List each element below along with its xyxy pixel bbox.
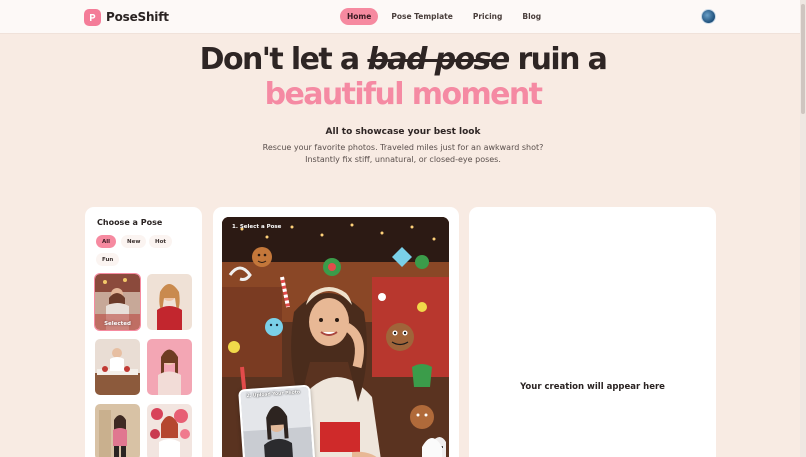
pose-image-3	[95, 339, 140, 395]
hero-description-1: Rescue your favorite photos. Traveled mi…	[262, 143, 544, 152]
result-placeholder: Your creation will appear here	[520, 382, 665, 392]
step-select-pose: 1. Select a Pose	[232, 224, 282, 230]
upload-photo-card[interactable]: 2. Upload Your Photo	[238, 384, 316, 457]
hero-subtitle: All to showcase your best look	[325, 127, 481, 137]
pose-image-6	[147, 404, 192, 457]
top-nav: PoseShift Home Pose Template Pricing Blo…	[0, 0, 806, 34]
hero-highlight: beautiful moment	[264, 77, 543, 112]
pose-panel-title: Choose a Pose	[97, 218, 163, 227]
pose-image-5	[95, 404, 140, 457]
brand-name: PoseShift	[106, 10, 169, 24]
filter-all[interactable]: All	[96, 235, 117, 248]
nav-pricing[interactable]: Pricing	[466, 8, 510, 25]
editor-panel: 1. Select a Pose 2. Upload Your Photo	[213, 207, 459, 457]
pose-thumb-2[interactable]	[147, 274, 192, 330]
nav-blog[interactable]: Blog	[515, 8, 548, 25]
hero-line1-end: ruin a	[517, 42, 607, 77]
hero-headline: Don't let a bad pose ruin a	[0, 42, 806, 77]
pose-thumb-5[interactable]	[95, 404, 140, 457]
nav-links: Home Pose Template Pricing Blog	[340, 8, 548, 25]
pose-panel: Choose a Pose All New Hot Fun Selected	[85, 207, 202, 457]
selected-label: Selected	[104, 321, 131, 327]
pose-thumb-3[interactable]	[95, 339, 140, 395]
filter-fun[interactable]: Fun	[96, 253, 120, 266]
pose-image-2	[147, 274, 192, 330]
nav-pose-template[interactable]: Pose Template	[384, 8, 460, 25]
filter-hot[interactable]: Hot	[149, 235, 173, 248]
hero-strikethrough: bad pose	[367, 42, 510, 77]
brand-logo[interactable]: PoseShift	[84, 8, 169, 26]
hero-description-2: Instantly fix stiff, unnatural, or close…	[305, 155, 501, 164]
user-avatar[interactable]	[701, 9, 716, 24]
nav-home[interactable]: Home	[340, 8, 379, 25]
filter-new[interactable]: New	[121, 235, 147, 248]
pose-image-4	[147, 339, 192, 395]
pose-thumb-4[interactable]	[147, 339, 192, 395]
pose-thumb-1[interactable]: Selected	[94, 273, 141, 331]
pose-preview[interactable]: 1. Select a Pose 2. Upload Your Photo	[222, 217, 449, 457]
logo-icon	[84, 8, 101, 26]
hero-line1-start: Don't let a	[199, 42, 361, 77]
result-panel: Your creation will appear here	[469, 207, 716, 457]
pose-thumb-6[interactable]	[147, 404, 192, 457]
